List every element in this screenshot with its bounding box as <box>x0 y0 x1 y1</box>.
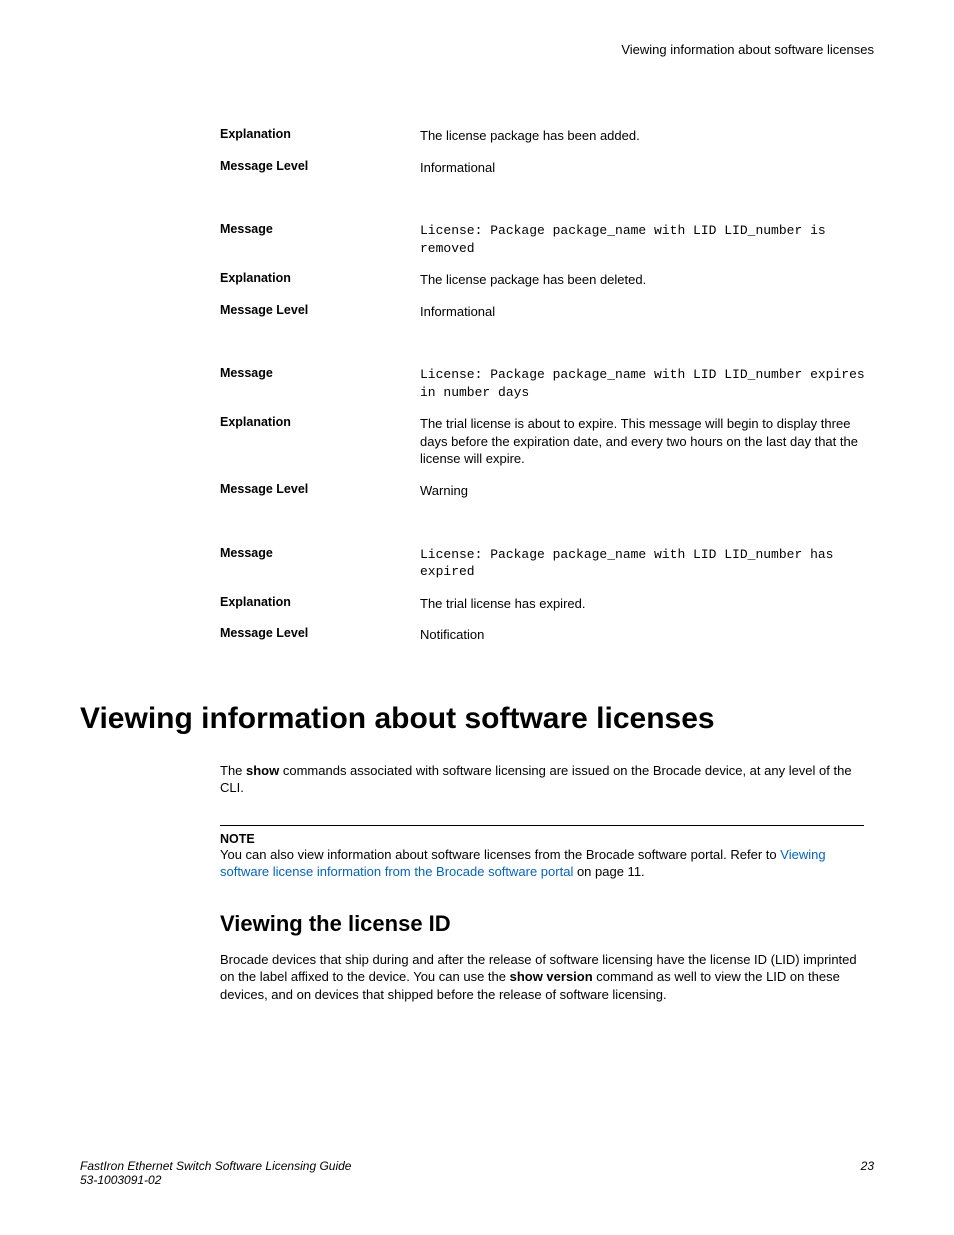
bold-command: show <box>246 763 279 778</box>
value-message: License: Package package_name with LID L… <box>420 222 874 257</box>
value-explanation: The license package has been deleted. <box>420 271 874 289</box>
message-table: Explanation The license package has been… <box>220 127 874 644</box>
table-row: Message Level Notification <box>220 626 874 644</box>
table-row: Message Level Warning <box>220 482 874 500</box>
value-level: Informational <box>420 159 874 177</box>
value-message: License: Package package_name with LID L… <box>420 546 874 581</box>
text: The <box>220 763 246 778</box>
table-row: Message License: Package package_name wi… <box>220 366 874 401</box>
label-level: Message Level <box>220 626 420 644</box>
bold-command: show version <box>510 969 593 984</box>
table-row: Explanation The trial license is about t… <box>220 415 874 468</box>
running-header: Viewing information about software licen… <box>80 42 874 57</box>
value-level: Warning <box>420 482 874 500</box>
table-row: Explanation The license package has been… <box>220 127 874 145</box>
value-message: License: Package package_name with LID L… <box>420 366 874 401</box>
page-footer: FastIron Ethernet Switch Software Licens… <box>80 1159 874 1187</box>
text: commands associated with software licens… <box>220 763 852 796</box>
intro-paragraph: The show commands associated with softwa… <box>220 762 864 797</box>
label-message: Message <box>220 546 420 581</box>
label-explanation: Explanation <box>220 415 420 468</box>
footer-page-number: 23 <box>861 1159 874 1187</box>
table-row: Message Level Informational <box>220 159 874 177</box>
text: You can also view information about soft… <box>220 847 780 862</box>
footer-doc-title: FastIron Ethernet Switch Software Licens… <box>80 1159 351 1173</box>
note-box: NOTE You can also view information about… <box>220 825 864 881</box>
subsection-heading: Viewing the license ID <box>220 911 864 937</box>
value-explanation: The trial license has expired. <box>420 595 874 613</box>
label-level: Message Level <box>220 482 420 500</box>
table-row: Explanation The trial license has expire… <box>220 595 874 613</box>
table-row: Message License: Package package_name wi… <box>220 222 874 257</box>
label-explanation: Explanation <box>220 127 420 145</box>
label-explanation: Explanation <box>220 271 420 289</box>
section-heading: Viewing information about software licen… <box>80 702 874 736</box>
footer-doc-number: 53-1003091-02 <box>80 1173 351 1187</box>
note-text: You can also view information about soft… <box>220 846 864 881</box>
table-row: Explanation The license package has been… <box>220 271 874 289</box>
note-label: NOTE <box>220 832 864 846</box>
footer-doc-info: FastIron Ethernet Switch Software Licens… <box>80 1159 351 1187</box>
table-row: Message Level Informational <box>220 303 874 321</box>
label-level: Message Level <box>220 159 420 177</box>
value-level: Notification <box>420 626 874 644</box>
text: on page 11. <box>573 864 644 879</box>
label-message: Message <box>220 222 420 257</box>
value-explanation: The license package has been added. <box>420 127 874 145</box>
table-row: Message License: Package package_name wi… <box>220 546 874 581</box>
value-explanation: The trial license is about to expire. Th… <box>420 415 874 468</box>
subsection-paragraph: Brocade devices that ship during and aft… <box>220 951 864 1004</box>
label-explanation: Explanation <box>220 595 420 613</box>
label-level: Message Level <box>220 303 420 321</box>
value-level: Informational <box>420 303 874 321</box>
label-message: Message <box>220 366 420 401</box>
